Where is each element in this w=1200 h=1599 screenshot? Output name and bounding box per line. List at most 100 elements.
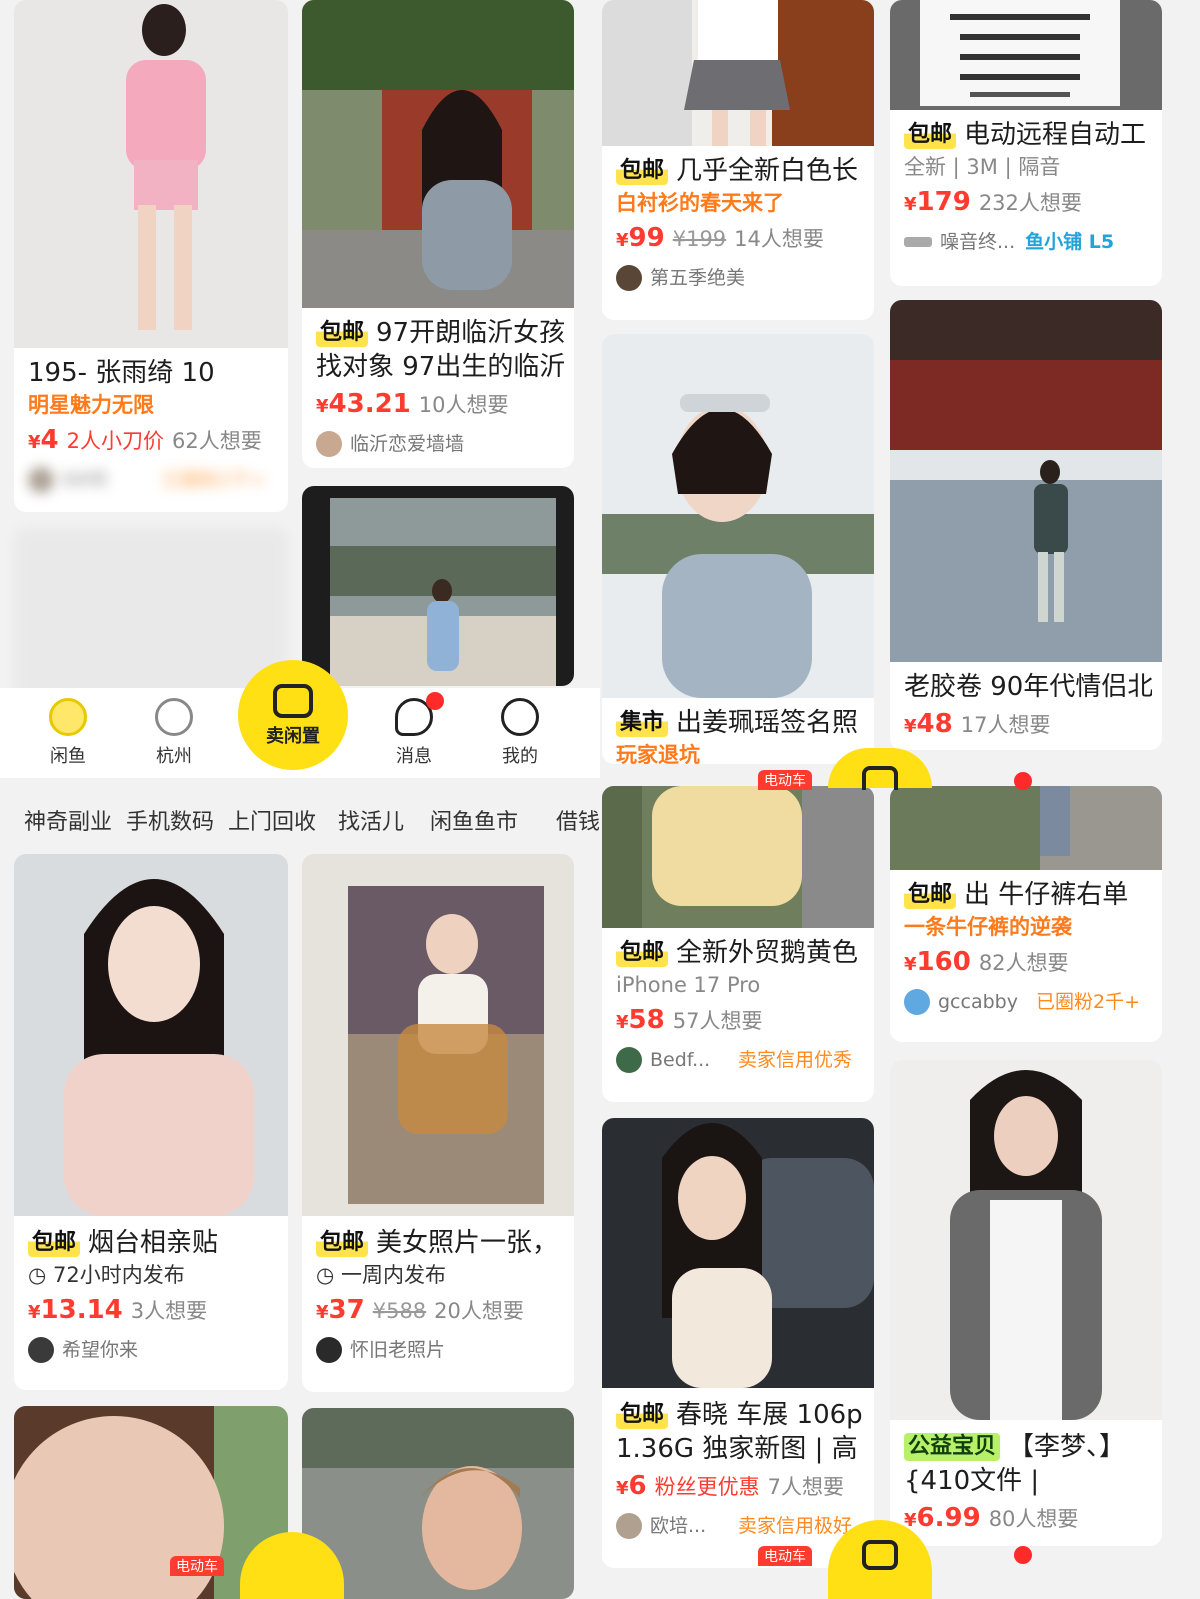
sell-button-label: 卖闲置 — [266, 726, 320, 747]
ev-label: 电动车 — [758, 1546, 812, 1566]
clock-icon: ◷ — [316, 1263, 341, 1287]
product-title-line2: 找对象 97出生的临沂 — [316, 352, 564, 382]
want-count: 14人想要 — [734, 227, 824, 251]
product-subtitle: 全新 | 3M | 隔音 — [904, 155, 1061, 179]
seller-name: gccabby — [938, 991, 1018, 1013]
notification-dot — [426, 692, 444, 710]
tab-label: 杭州 — [156, 746, 192, 767]
free-shipping-tag: 包邮 — [316, 1229, 369, 1257]
want-count: 82人想要 — [978, 951, 1069, 975]
seller-name: 噪音终... — [940, 231, 1016, 253]
avatar — [28, 467, 54, 493]
product-title-line2: {410文件 | — [904, 1466, 1040, 1496]
original-price: ¥199 — [672, 227, 727, 251]
product-card[interactable]: 包邮 电动远程自动工 全新 | 3M | 隔音 ¥179 232人想要 噪音终...… — [890, 0, 1162, 286]
product-card[interactable]: 包邮 全新外贸鹅黄色 iPhone 17 Pro ¥58 57人想要 Bedf...… — [602, 786, 874, 1102]
category-item[interactable]: 借钱 — [556, 804, 600, 836]
product-price: ¥6 — [616, 1471, 647, 1501]
tab-label: 闲鱼 — [50, 746, 86, 767]
want-count: 7人想要 — [767, 1475, 844, 1499]
tab-label: 我的 — [502, 746, 538, 767]
product-card[interactable]: 老胶卷 90年代情侣北京 ¥48 17人想要 — [890, 300, 1162, 750]
avatar — [616, 1513, 642, 1539]
product-photo — [302, 854, 574, 1216]
product-card[interactable]: 195- 张雨绮 10 明星魅力无限 ¥4 2人小刀价 62人想要 BB明 已圈粉2千… — [14, 0, 288, 512]
seller-badge: 卖家信用极好 — [737, 1515, 852, 1537]
seller-name: 第五季绝美 — [650, 267, 746, 289]
product-title-line2: 1.36G 独家新图 | 高 — [616, 1434, 858, 1464]
product-title: 全新外贸鹅黄色 — [676, 938, 859, 968]
avatar — [28, 1337, 54, 1363]
seller-name: 希望你来 — [62, 1339, 139, 1361]
want-count: 57人想要 — [672, 1009, 763, 1033]
product-card[interactable]: 包邮 春晓 车展 106p 1.36G 独家新图 | 高 ¥6 粉丝更优惠 7人想要 … — [602, 1118, 874, 1568]
sell-button[interactable]: 卖闲置 — [238, 660, 348, 770]
seller-name: BB明 — [62, 469, 108, 491]
free-shipping-tag: 包邮 — [316, 319, 369, 347]
product-card[interactable]: 集市 出姜珮瑶签名照 玩家退坑 — [602, 334, 874, 764]
category-item[interactable]: 手机数码 — [126, 804, 214, 836]
free-shipping-tag: 包邮 — [616, 157, 669, 185]
product-price: ¥37 — [316, 1295, 365, 1325]
category-bar: 神奇副业 手机数码 上门回收 找活儿 闲鱼鱼市 借钱 — [0, 790, 600, 846]
product-card[interactable]: 包邮 几乎全新白色长 白衬衫的春天来了 ¥99 ¥199 14人想要 第五季绝美 — [602, 0, 874, 320]
seller-badge: 卖家信用优秀 — [737, 1049, 852, 1071]
product-title: 春晓 车展 106p — [676, 1400, 863, 1430]
free-shipping-tag: 包邮 — [616, 939, 669, 967]
product-card[interactable]: 包邮 烟台相亲贴 ◷ 72小时内发布 ¥13.14 3人想要 希望你来 — [14, 854, 288, 1390]
product-photo — [602, 1118, 874, 1388]
want-count: 80人想要 — [988, 1507, 1079, 1531]
ev-label: 电动车 — [170, 1556, 224, 1576]
product-card[interactable] — [302, 1408, 574, 1599]
product-photo — [14, 0, 288, 348]
product-price: ¥99 — [616, 223, 665, 253]
charity-tag: 公益宝贝 — [904, 1433, 1001, 1461]
product-photo — [302, 0, 574, 308]
tab-city[interactable]: 杭州 — [134, 698, 214, 768]
product-title: 出姜珮瑶签名照 — [676, 708, 859, 738]
smile-icon — [501, 698, 539, 736]
want-count: 20人想要 — [434, 1299, 524, 1323]
product-title: 几乎全新白色长 — [676, 156, 859, 186]
location-icon — [155, 698, 193, 736]
seller-name: Bedf... — [650, 1049, 711, 1071]
tab-messages[interactable]: 消息 — [374, 698, 454, 768]
product-title: 电动远程自动工 — [964, 120, 1147, 150]
free-shipping-tag: 包邮 — [28, 1229, 81, 1257]
product-card[interactable]: 包邮 97开朗临沂女孩 找对象 97出生的临沂 ¥43.21 10人想要 临沂恋爱墙… — [302, 0, 574, 468]
product-photo — [890, 0, 1162, 110]
product-card-blurred[interactable] — [14, 528, 288, 708]
want-count: 10人想要 — [418, 393, 509, 417]
tab-home[interactable]: 闲鱼 — [28, 698, 108, 768]
market-tag: 集市 — [616, 709, 669, 737]
product-price: ¥4 — [28, 425, 59, 455]
product-card[interactable] — [302, 486, 574, 686]
tab-label: 消息 — [396, 746, 432, 767]
category-item[interactable]: 上门回收 — [228, 804, 316, 836]
category-item[interactable]: 闲鱼鱼市 — [430, 804, 518, 836]
product-card[interactable]: 包邮 美女照片一张， ◷ 一周内发布 ¥37 ¥588 20人想要 怀旧老照片 — [302, 854, 574, 1392]
shop-badge: 鱼小铺 L5 — [1025, 231, 1115, 253]
product-subtitle: 72小时内发布 — [53, 1263, 185, 1287]
category-item[interactable]: 神奇副业 — [24, 804, 112, 836]
product-card[interactable]: 包邮出 牛仔裤右单 一条牛仔裤的逆袭 ¥160 82人想要 gccabby 已圈粉2… — [890, 786, 1162, 1042]
free-shipping-tag: 包邮 — [904, 121, 957, 149]
product-price: ¥43.21 — [316, 389, 411, 419]
bargain-text: 2人小刀价 — [66, 429, 164, 453]
avatar — [316, 1337, 342, 1363]
product-title: 烟台相亲贴 — [88, 1228, 219, 1258]
camera-icon — [862, 766, 898, 790]
product-price: ¥179 — [904, 187, 971, 217]
product-photo — [302, 1408, 574, 1599]
avatar — [616, 1047, 642, 1073]
product-photo — [602, 0, 874, 146]
product-price: ¥58 — [616, 1005, 665, 1035]
product-price: ¥6.99 — [904, 1503, 981, 1533]
product-title: 【李梦、】 — [1008, 1432, 1126, 1462]
want-count: 17人想要 — [960, 713, 1051, 737]
product-title: 出 牛仔裤右单 — [964, 880, 1129, 910]
product-card[interactable]: 公益宝贝 【李梦、】 {410文件 | ¥6.99 80人想要 — [890, 1060, 1162, 1546]
tab-me[interactable]: 我的 — [480, 698, 560, 768]
category-item[interactable]: 找活儿 — [338, 804, 404, 836]
ev-label: 电动车 — [758, 770, 812, 790]
